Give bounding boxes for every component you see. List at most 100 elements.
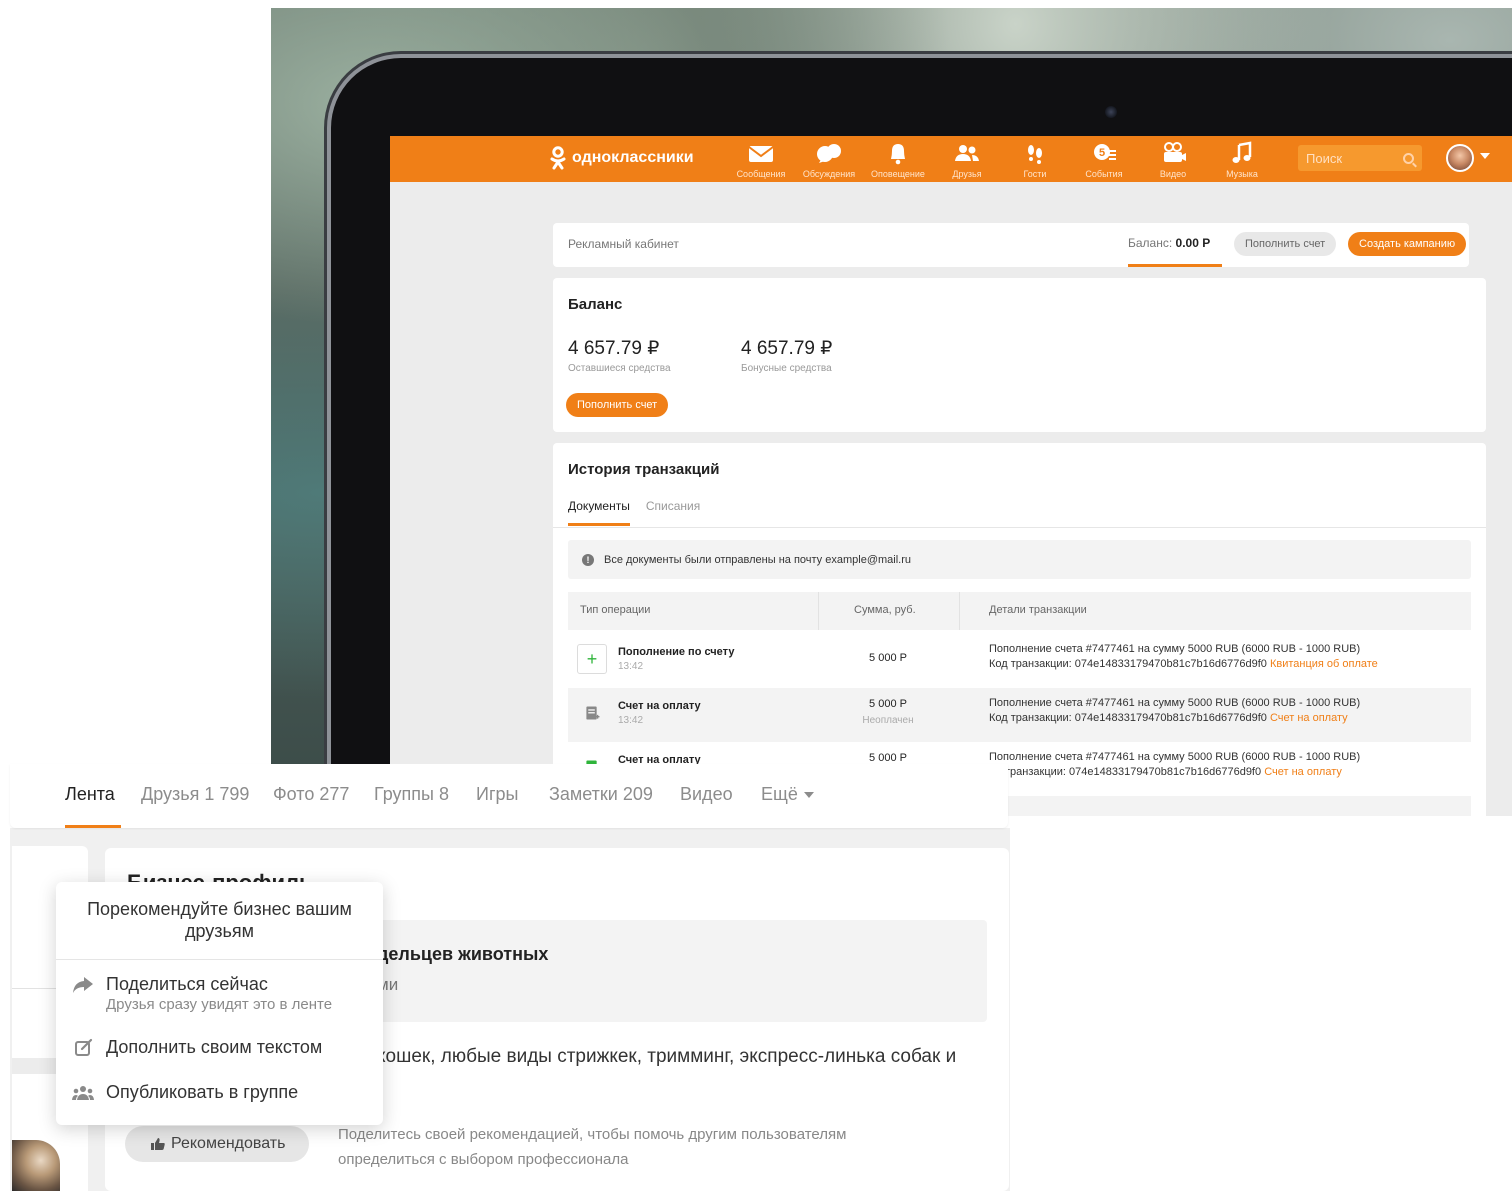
bonus-label: Бонусные средства [741, 363, 832, 374]
search-icon[interactable] [1403, 152, 1414, 164]
video-camera-icon [1164, 142, 1186, 162]
transaction-code: транзакции: 074e14833179470b81c7b16d6776… [1005, 766, 1262, 778]
music-note-icon [1232, 141, 1252, 163]
transactions-card: История транзакций Документы Списания ! … [553, 443, 1486, 816]
history-tabs: Документы Списания [568, 499, 700, 526]
nav-discussions[interactable]: Обсуждения [797, 141, 861, 179]
column-separator [959, 592, 960, 630]
nav-label: Видео [1159, 169, 1187, 179]
tab-documents[interactable]: Документы [568, 499, 630, 526]
nav-label: Обсуждения [802, 169, 856, 179]
recommend-button-label: Рекомендовать [171, 1135, 286, 1152]
search-box[interactable] [1298, 145, 1422, 171]
tab-more[interactable]: Ещё [761, 784, 814, 805]
tab-more-label: Ещё [761, 784, 798, 804]
publish-in-group-option[interactable]: Опубликовать в группе [72, 1082, 298, 1103]
operation-sum: 5 000 Р [869, 652, 907, 664]
webcam [1105, 106, 1117, 118]
column-separator [818, 592, 819, 630]
transaction-code: Код транзакции: 074e14833179470b81c7b16d… [989, 658, 1267, 670]
create-campaign-button[interactable]: Создать кампанию [1348, 232, 1467, 256]
share-now-text: Поделиться сейчас [106, 974, 268, 994]
envelope-icon [748, 146, 774, 162]
nav-guests[interactable]: Гости [1003, 141, 1067, 179]
active-tab-underline [65, 825, 121, 828]
ok-logo-icon [550, 146, 566, 170]
ok-top-bar: одноклассники Сообщения Обсуждения Опове… [390, 136, 1512, 182]
nav-friends[interactable]: Друзья [935, 141, 999, 179]
nav-video[interactable]: Видео [1141, 141, 1205, 179]
divider [12, 988, 56, 989]
receipt-link[interactable]: Квитанция об оплате [1270, 658, 1378, 670]
topup-button[interactable]: Пополнить счет [566, 393, 669, 417]
table-header: Тип операции Сумма, руб. Детали транзакц… [568, 592, 1471, 630]
add-own-text-label: Дополнить своим текстом [106, 1037, 323, 1057]
email-notice: ! Все документы были отправлены на почту… [568, 540, 1471, 579]
laptop-bezel: одноклассники Сообщения Обсуждения Опове… [331, 58, 1512, 816]
divider [553, 527, 1486, 528]
invoice-link[interactable]: Счет на оплату [1270, 712, 1348, 724]
header-topup-button[interactable]: Пополнить счет [1234, 232, 1337, 256]
user-avatar[interactable] [1446, 144, 1474, 172]
notice-text: Все документы были отправлены на почту e… [604, 553, 911, 566]
tab-groups[interactable]: Группы 8 [374, 784, 449, 805]
column-header: Тип операции [580, 604, 651, 616]
share-now-subtitle: Друзья сразу увидят это в ленте [106, 996, 333, 1013]
plus-icon: + [577, 644, 607, 674]
tab-feed[interactable]: Лента [65, 784, 115, 805]
thumbs-up-icon [151, 1138, 165, 1150]
share-arrow-icon [73, 977, 93, 993]
nav-label: Гости [1023, 169, 1047, 179]
header-balance-value: 0.00 Р [1175, 236, 1211, 250]
table-row[interactable]: + Пополнение по счету 13:42 5 000 Р Попо… [568, 634, 1471, 688]
tab-friends[interactable]: Друзья 1 799 [141, 784, 249, 805]
profile-photo-thumbnail[interactable] [12, 1140, 60, 1191]
invoice-document-icon [586, 706, 600, 720]
column-header: Сумма, руб. [854, 604, 916, 616]
popup-title: Порекомендуйте бизнес вашим друзьям [87, 899, 352, 941]
operation-sum: 5 000 Р [869, 752, 907, 764]
transaction-details: Пополнение счета #7477461 на сумму 5000 … [989, 751, 1361, 763]
recommend-button[interactable]: Рекомендовать [125, 1126, 310, 1162]
divider [56, 959, 383, 960]
group-icon [72, 1086, 94, 1100]
column-header: Детали транзакции [989, 604, 1087, 616]
recommend-popup: Порекомендуйте бизнес вашим друзьям Поде… [56, 882, 383, 1125]
nav-label: Музыка [1226, 169, 1258, 179]
bell-icon [891, 144, 905, 165]
ad-cabinet-title[interactable]: Рекламный кабинет [568, 237, 679, 251]
chevron-down-icon[interactable] [1480, 153, 1490, 159]
tab-games[interactable]: Игры [476, 784, 518, 805]
transaction-code-line: транзакции: 074e14833179470b81c7b16d6776… [1005, 766, 1342, 778]
recommend-note: Поделитесь своей рекомендацией, чтобы по… [338, 1126, 847, 1168]
tab-notes[interactable]: Заметки 209 [549, 784, 653, 805]
ok-logo[interactable]: одноклассники [550, 146, 694, 170]
nav-notifications[interactable]: Оповещение [866, 141, 930, 179]
nav-messages[interactable]: Сообщения [729, 141, 793, 179]
search-input[interactable] [1306, 150, 1396, 166]
laptop-screen: одноклассники Сообщения Обсуждения Опове… [390, 136, 1512, 816]
header-balance[interactable]: Баланс: 0.00 Р [1128, 236, 1210, 250]
events-icon: 5 [1094, 144, 1116, 160]
transaction-details: Пополнение счета #7477461 на сумму 5000 … [989, 643, 1361, 655]
active-tab-underline [1128, 264, 1222, 267]
tab-writeoffs[interactable]: Списания [646, 499, 700, 526]
operation-type: Счет на оплату [618, 700, 701, 712]
header-balance-label: Баланс: [1128, 236, 1173, 250]
nav-music[interactable]: Музыка [1210, 141, 1274, 179]
remaining-amount: 4 657.79 ₽ [568, 338, 660, 359]
add-own-text-option[interactable]: Дополнить своим текстом [72, 1037, 322, 1058]
transaction-code-line: Код транзакции: 074e14833179470b81c7b16d… [989, 658, 1378, 670]
invoice-link[interactable]: Счет на оплату [1264, 766, 1342, 778]
transaction-code-line: Код транзакции: 074e14833179470b81c7b16d… [989, 712, 1348, 724]
laptop-photo: одноклассники Сообщения Обсуждения Опове… [271, 8, 1512, 816]
share-now-option[interactable]: Поделиться сейчас Друзья сразу увидят это… [72, 974, 332, 1013]
operation-time: 13:42 [618, 715, 644, 726]
ok-logo-text: одноклассники [572, 149, 694, 166]
nav-events[interactable]: 5 События [1072, 141, 1136, 179]
tab-video[interactable]: Видео [680, 784, 733, 805]
nav-label: События [1085, 169, 1123, 179]
table-row[interactable]: Счет на оплату 13:42 5 000 Р Неоплачен П… [568, 688, 1471, 742]
nav-label: Друзья [952, 169, 982, 179]
tab-photos[interactable]: Фото 277 [273, 784, 349, 805]
